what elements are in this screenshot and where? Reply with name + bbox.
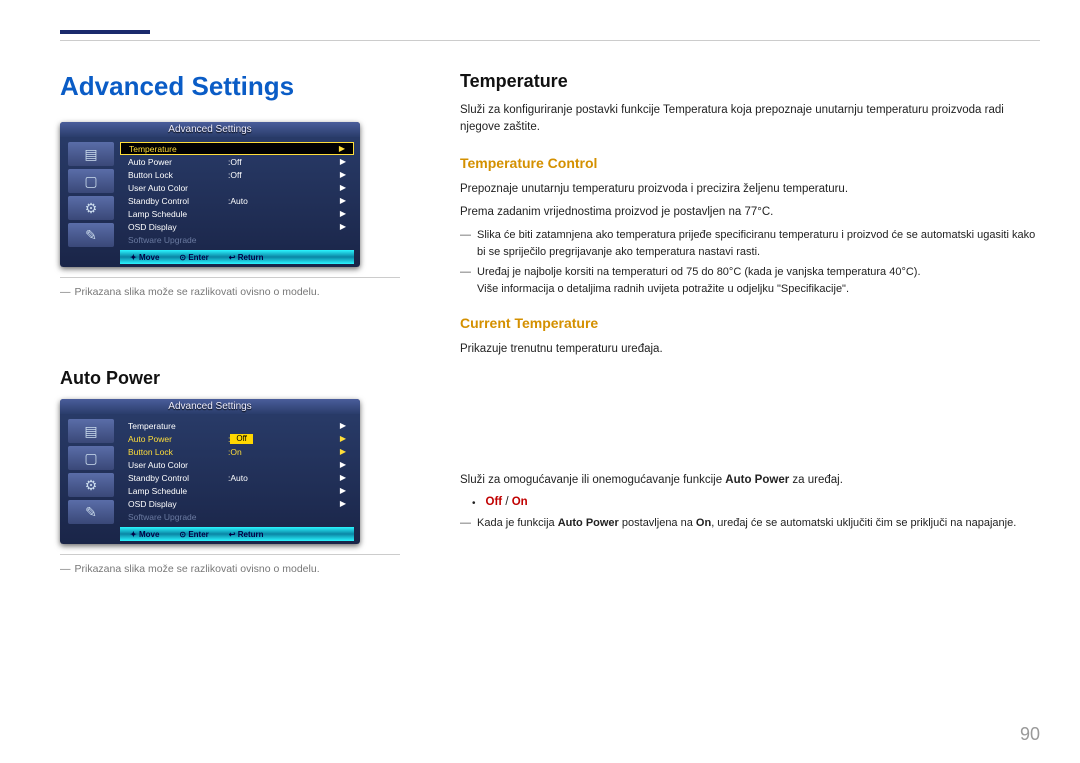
chevron-right-icon: ▶	[340, 421, 346, 430]
auto-power-note: ― Kada je funkcija Auto Power postavljen…	[460, 515, 1040, 532]
chevron-right-icon: ▶	[340, 460, 346, 469]
osd-row-temperature: Temperature▶	[120, 419, 354, 432]
osd-row-osd-display: OSD Display▶	[120, 497, 354, 510]
osd-icon-4: ✎	[68, 500, 114, 524]
osd-sidebar-icons: ▤ ▢ ⚙ ✎	[68, 419, 114, 524]
osd-row-user-auto-color: User Auto Color▶	[120, 458, 354, 471]
osd-icon-3: ⚙	[68, 473, 114, 497]
divider	[60, 554, 400, 555]
osd-screenshot-auto-power: Advanced Settings ▤ ▢ ⚙ ✎ Temperature▶ A…	[60, 399, 360, 544]
chevron-right-icon: ▶	[340, 222, 346, 231]
chevron-right-icon: ▶	[340, 183, 346, 192]
osd-icon-1: ▤	[68, 419, 114, 443]
chevron-right-icon: ▶	[340, 499, 346, 508]
auto-power-intro: Služi za omogućavanje ili onemogućavanje…	[460, 472, 1040, 489]
osd-row-lamp-schedule: Lamp Schedule▶	[120, 484, 354, 497]
osd-row-software-upgrade: Software Upgrade	[120, 510, 354, 523]
chevron-right-icon: ▶	[340, 486, 346, 495]
current-temp-p1: Prikazuje trenutnu temperaturu uređaja.	[460, 341, 1040, 358]
osd-row-auto-power: Auto Power: Off▶	[120, 155, 354, 168]
osd-row-software-upgrade: Software Upgrade	[120, 233, 354, 246]
osd-bottom-bar: ✦ Move ⊙ Enter ↩ Return	[120, 527, 354, 541]
osd-move-label: ✦ Move	[130, 253, 159, 262]
osd-icon-1: ▤	[68, 142, 114, 166]
osd-menu-list: Temperature▶ Auto Power: Off▶ Button Loc…	[120, 142, 354, 246]
auto-power-heading: Auto Power	[60, 368, 400, 389]
advanced-settings-heading: Advanced Settings	[60, 71, 400, 102]
temp-control-note-2: ― Uređaj je najbolje korsiti na temperat…	[460, 264, 1040, 297]
osd-move-label: ✦ Move	[130, 530, 159, 539]
image-disclaimer-2: ―Prikazana slika može se razlikovati ovi…	[60, 563, 400, 575]
osd-icon-4: ✎	[68, 223, 114, 247]
chevron-right-icon: ▶	[339, 144, 345, 153]
osd-icon-2: ▢	[68, 169, 114, 193]
temperature-control-heading: Temperature Control	[460, 155, 1040, 171]
osd-sidebar-icons: ▤ ▢ ⚙ ✎	[68, 142, 114, 247]
chevron-right-icon: ▶	[340, 447, 346, 456]
osd-return-label: ↩ Return	[229, 253, 264, 262]
osd-row-user-auto-color: User Auto Color▶	[120, 181, 354, 194]
chevron-right-icon: ▶	[340, 473, 346, 482]
temp-control-note-1: ― Slika će biti zatamnjena ako temperatu…	[460, 227, 1040, 260]
osd-row-button-lock: Button Lock: On▶	[120, 445, 354, 458]
chevron-right-icon: ▶	[340, 434, 346, 443]
osd-row-auto-power: Auto Power: Off▶	[120, 432, 354, 445]
osd-icon-3: ⚙	[68, 196, 114, 220]
opt-on: On	[512, 496, 528, 508]
osd-row-temperature: Temperature▶	[120, 142, 354, 155]
osd-title: Advanced Settings	[60, 399, 360, 414]
temp-control-p2: Prema zadanim vrijednostima proizvod je …	[460, 204, 1040, 221]
osd-return-label: ↩ Return	[229, 530, 264, 539]
right-column: Temperature Služi za konfiguriranje post…	[460, 71, 1040, 575]
left-column: Advanced Settings Advanced Settings ▤ ▢ …	[60, 71, 400, 575]
chevron-right-icon: ▶	[340, 157, 346, 166]
osd-enter-label: ⊙ Enter	[179, 253, 208, 262]
osd-row-osd-display: OSD Display▶	[120, 220, 354, 233]
image-disclaimer-1: ―Prikazana slika može se razlikovati ovi…	[60, 286, 400, 298]
divider	[60, 277, 400, 278]
osd-row-button-lock: Button Lock: Off▶	[120, 168, 354, 181]
osd-row-standby-control: Standby Control: Auto▶	[120, 471, 354, 484]
header-accent-bar	[60, 30, 150, 34]
osd-screenshot-temperature: Advanced Settings ▤ ▢ ⚙ ✎ Temperature▶ A…	[60, 122, 360, 267]
chevron-right-icon: ▶	[340, 196, 346, 205]
osd-enter-label: ⊙ Enter	[179, 530, 208, 539]
chevron-right-icon: ▶	[340, 170, 346, 179]
opt-off: Off	[486, 496, 503, 508]
temperature-intro: Služi za konfiguriranje postavki funkcij…	[460, 102, 1040, 137]
auto-power-options: • Off / On	[460, 496, 1040, 509]
page-columns: Advanced Settings Advanced Settings ▤ ▢ …	[60, 71, 1040, 575]
osd-icon-2: ▢	[68, 446, 114, 470]
osd-bottom-bar: ✦ Move ⊙ Enter ↩ Return	[120, 250, 354, 264]
temperature-heading: Temperature	[460, 71, 1040, 92]
temp-control-p1: Prepoznaje unutarnju temperaturu proizvo…	[460, 181, 1040, 198]
bullet-icon: •	[472, 496, 476, 509]
current-temperature-heading: Current Temperature	[460, 315, 1040, 331]
osd-menu-list: Temperature▶ Auto Power: Off▶ Button Loc…	[120, 419, 354, 523]
osd-title: Advanced Settings	[60, 122, 360, 137]
header-rule	[60, 40, 1040, 41]
osd-row-lamp-schedule: Lamp Schedule▶	[120, 207, 354, 220]
page-number: 90	[1020, 724, 1040, 745]
osd-row-standby-control: Standby Control: Auto▶	[120, 194, 354, 207]
chevron-right-icon: ▶	[340, 209, 346, 218]
